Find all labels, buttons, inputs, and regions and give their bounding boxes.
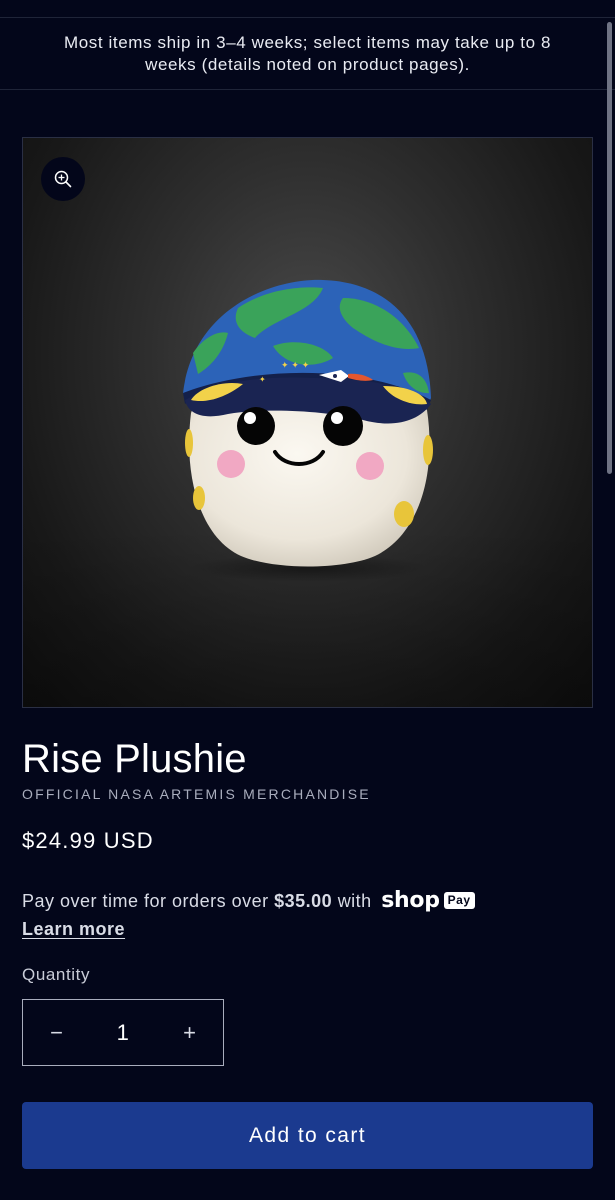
- scrollbar[interactable]: [607, 22, 612, 474]
- installments-prefix: Pay over time for orders over: [22, 891, 269, 911]
- increase-quantity-button[interactable]: +: [156, 1000, 223, 1065]
- shop-logo-word: shop: [381, 887, 440, 913]
- product-price: $24.99 USD: [22, 828, 154, 853]
- minus-icon: −: [50, 1019, 63, 1045]
- shop-pay-logo: shop Pay: [381, 887, 475, 914]
- product-media[interactable]: ✦ ✦ ✦ ✦: [22, 137, 593, 708]
- learn-more-link[interactable]: Learn more: [22, 916, 125, 943]
- installments-suffix: with: [337, 891, 372, 911]
- plus-icon: +: [183, 1019, 196, 1045]
- product-vendor: OFFICIAL NASA ARTEMIS MERCHANDISE: [22, 786, 371, 802]
- quantity-stepper: − 1 +: [22, 999, 224, 1066]
- quantity-input[interactable]: 1: [90, 1000, 156, 1065]
- product-title: Rise Plushie: [22, 737, 247, 781]
- announcement-text: Most items ship in 3–4 weeks; select ite…: [63, 32, 552, 74]
- decrease-quantity-button[interactable]: −: [23, 1000, 90, 1065]
- quantity-label: Quantity: [22, 965, 91, 984]
- add-to-cart-label: Add to cart: [249, 1123, 366, 1147]
- add-to-cart-button[interactable]: Add to cart: [22, 1102, 593, 1169]
- zoom-in-icon: [54, 170, 72, 188]
- product-image[interactable]: ✦ ✦ ✦ ✦: [23, 138, 593, 708]
- installments-threshold: $35.00: [274, 891, 333, 911]
- announcement-bar: Most items ship in 3–4 weeks; select ite…: [0, 18, 615, 90]
- svg-text:✦ ✦ ✦: ✦ ✦ ✦: [281, 361, 310, 371]
- zoom-button[interactable]: [41, 157, 85, 201]
- svg-text:✦: ✦: [259, 375, 266, 384]
- shop-pay-installments: Pay over time for orders over $35.00 wit…: [22, 888, 582, 943]
- pay-logo-badge: Pay: [443, 891, 475, 909]
